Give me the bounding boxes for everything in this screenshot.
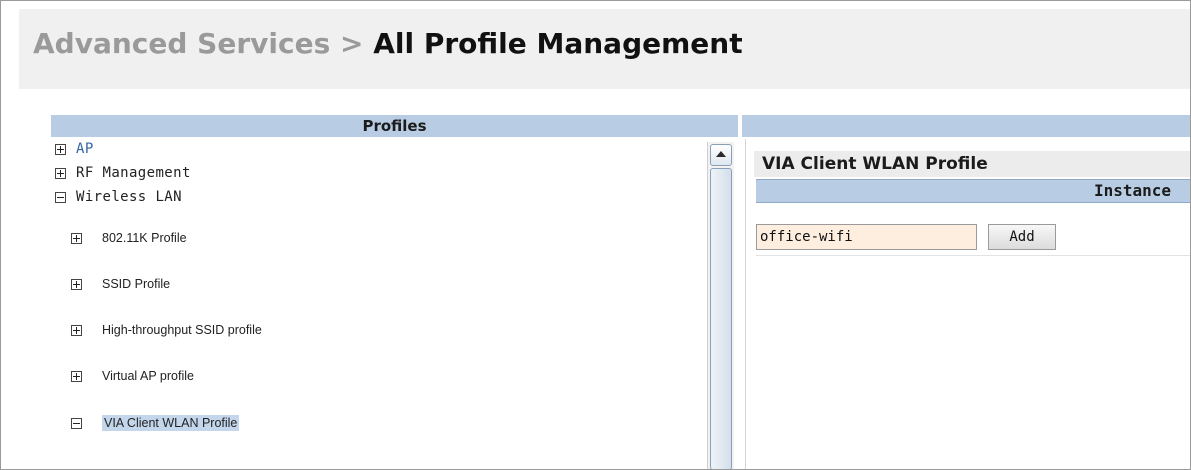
instance-column-header: Instance xyxy=(756,179,1190,203)
scroll-thumb[interactable] xyxy=(710,168,732,469)
expand-plus-icon[interactable] xyxy=(71,324,82,336)
tree-item-label[interactable]: High-throughput SSID profile xyxy=(102,323,262,337)
tree-item-label[interactable]: VIA Client WLAN Profile xyxy=(102,415,240,431)
add-button[interactable]: Add xyxy=(988,224,1056,250)
expand-plus-icon[interactable] xyxy=(71,232,82,244)
tree-item-label[interactable]: 802.11K Profile xyxy=(102,231,187,245)
expand-plus-icon[interactable] xyxy=(71,278,82,290)
collapse-minus-icon[interactable] xyxy=(71,417,82,429)
app-window: Advanced Services > All Profile Manageme… xyxy=(0,0,1191,470)
page-title: All Profile Management xyxy=(373,27,743,60)
tree-item-rf-management[interactable]: RF Management xyxy=(55,165,191,181)
breadcrumb-parent[interactable]: Advanced Services xyxy=(33,27,330,60)
tree-item-virtual-ap-profile[interactable]: Virtual AP profile xyxy=(71,369,194,383)
breadcrumb: Advanced Services > All Profile Manageme… xyxy=(33,27,743,60)
tree-item-ssid-profile[interactable]: SSID Profile xyxy=(71,277,170,291)
expand-plus-icon[interactable] xyxy=(71,370,82,382)
tree-item-label[interactable]: Wireless LAN xyxy=(76,189,182,205)
page-header: Advanced Services > All Profile Manageme… xyxy=(19,9,1190,89)
tree-item-label[interactable]: SSID Profile xyxy=(102,277,170,291)
detail-panel: VIA Client WLAN Profile Instance Add xyxy=(745,139,1190,469)
tree-item-label[interactable]: Virtual AP profile xyxy=(102,369,194,383)
add-instance-row: Add xyxy=(756,221,1190,256)
tree-item-via-client-wlan-profile[interactable]: VIA Client WLAN Profile xyxy=(71,415,240,431)
breadcrumb-separator: > xyxy=(340,27,364,60)
tree-item-high-throughput-ssid-profile[interactable]: High-throughput SSID profile xyxy=(71,323,262,337)
scroll-up-arrow-icon[interactable] xyxy=(710,144,732,166)
tree-scrollbar[interactable] xyxy=(707,142,734,469)
instance-name-input[interactable] xyxy=(756,224,977,250)
tree-item-ap[interactable]: AP xyxy=(55,141,94,157)
profiles-tree: AP RF Management Wireless LAN 802.11K Pr… xyxy=(55,141,705,469)
collapse-minus-icon[interactable] xyxy=(55,191,66,203)
tree-item-80211k-profile[interactable]: 802.11K Profile xyxy=(71,231,187,245)
expand-plus-icon[interactable] xyxy=(55,167,66,179)
tree-item-label[interactable]: RF Management xyxy=(76,165,191,181)
tree-item-label[interactable]: AP xyxy=(76,141,94,157)
expand-plus-icon[interactable] xyxy=(55,143,66,155)
tree-item-wireless-lan[interactable]: Wireless LAN xyxy=(55,189,182,205)
profiles-header: Profiles xyxy=(51,115,738,137)
detail-header-band xyxy=(742,115,1190,137)
main-content: Profiles AP RF Management Wireless LAN 8… xyxy=(23,89,1190,469)
detail-title: VIA Client WLAN Profile xyxy=(754,151,1190,177)
